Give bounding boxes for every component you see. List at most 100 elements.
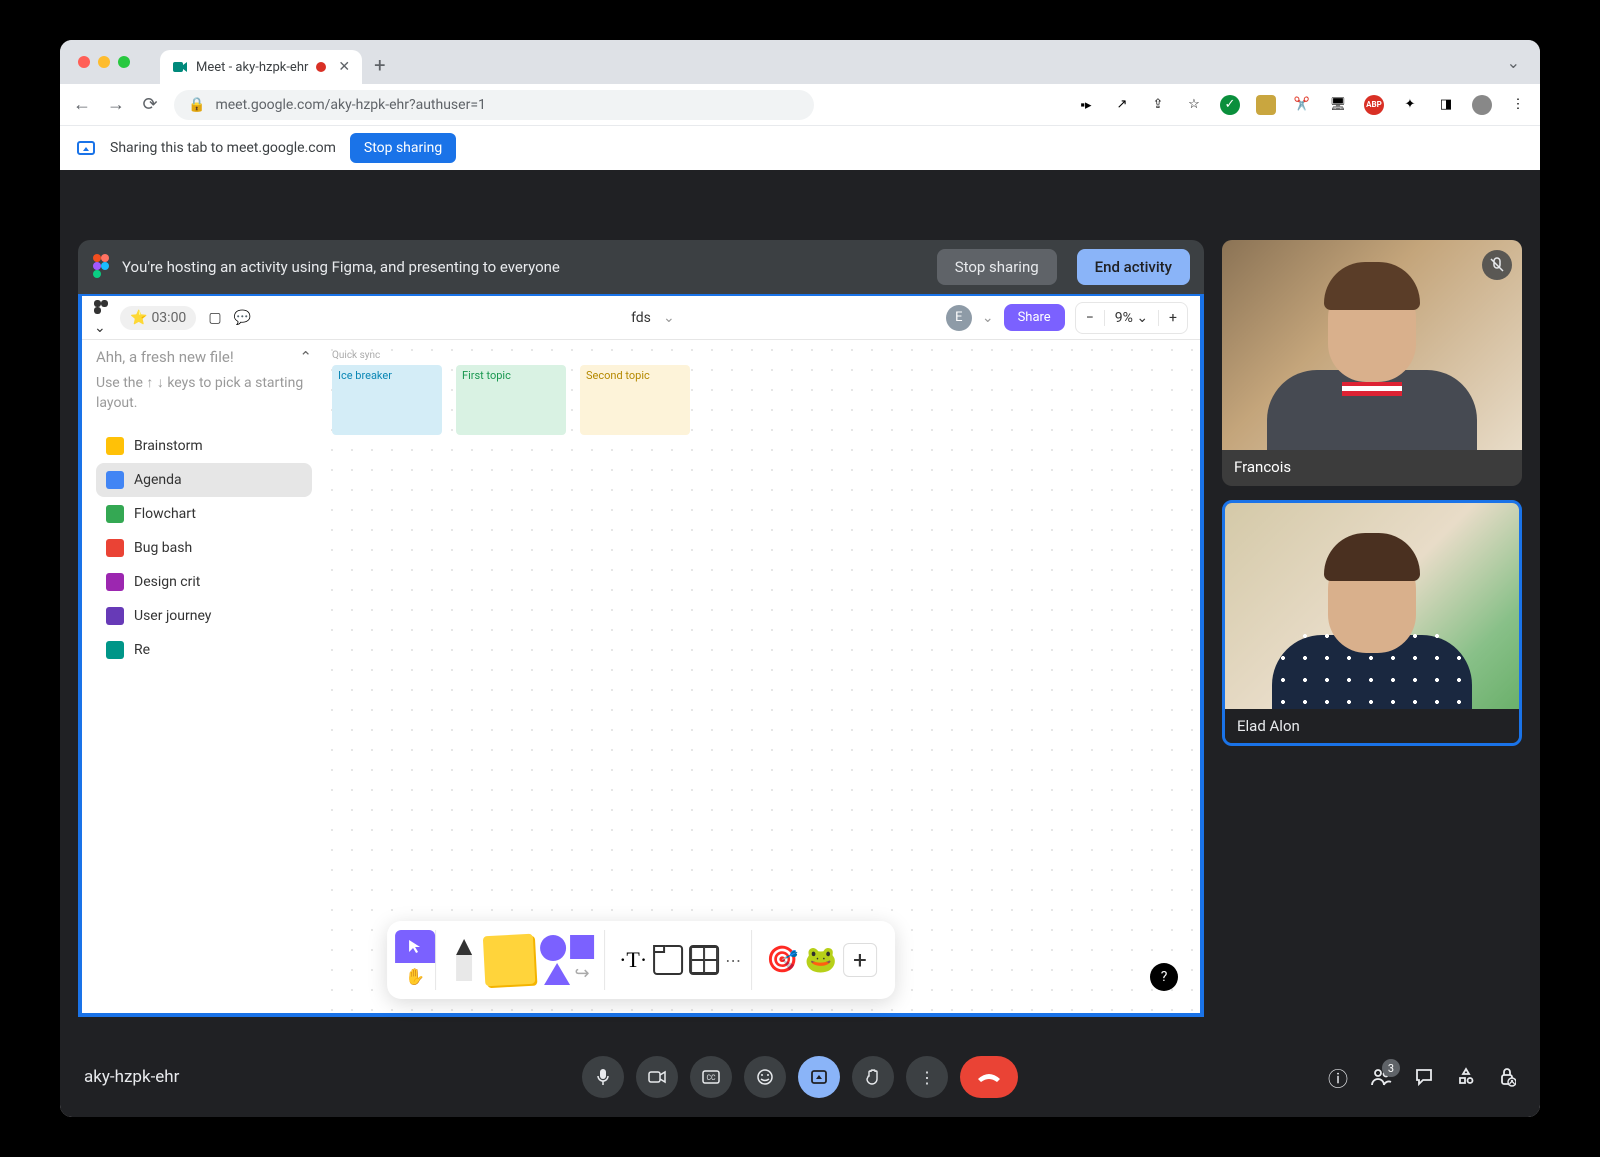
stamp-tool-icon[interactable]: 🎯 xyxy=(766,945,798,975)
url-input[interactable]: 🔒 meet.google.com/aky-hzpk-ehr?authuser=… xyxy=(174,90,814,120)
chat-icon[interactable] xyxy=(1414,1067,1434,1087)
template-label: Re xyxy=(134,642,150,658)
kebab-menu-icon[interactable]: ⋮ xyxy=(1508,95,1528,115)
template-item-flowchart[interactable]: Flowchart xyxy=(96,497,312,531)
template-label: Design crit xyxy=(134,574,200,590)
end-activity-button[interactable]: End activity xyxy=(1077,249,1190,285)
add-widget-icon[interactable]: + xyxy=(843,943,877,977)
new-tab-button[interactable]: + xyxy=(374,53,385,77)
timer[interactable]: ⭐ 03:00 xyxy=(120,306,196,330)
participant-name: Francois xyxy=(1234,458,1291,476)
frame-tool-icon[interactable]: ▢ xyxy=(208,310,221,326)
activity-stop-sharing-button[interactable]: Stop sharing xyxy=(937,249,1057,285)
user-avatar[interactable]: E xyxy=(946,305,972,331)
hangup-button[interactable] xyxy=(960,1056,1018,1098)
zoom-level[interactable]: 9% ⌄ xyxy=(1105,310,1159,326)
collapse-panel-icon[interactable]: ⌃ xyxy=(299,348,312,366)
activity-text: You're hosting an activity using Figma, … xyxy=(122,258,560,276)
filename[interactable]: fds xyxy=(631,310,651,326)
hand-tool-icon[interactable]: ✋ xyxy=(395,963,435,990)
zoom-out-button[interactable]: − xyxy=(1076,310,1105,326)
more-options-button[interactable]: ⋮ xyxy=(906,1056,948,1098)
template-item-agenda[interactable]: Agenda xyxy=(96,463,312,497)
triangle-shape-icon xyxy=(545,963,571,985)
text-tool-icon[interactable]: ·T· xyxy=(619,947,647,973)
template-item-brainstorm[interactable]: Brainstorm xyxy=(96,429,312,463)
timer-value: 03:00 xyxy=(151,310,186,326)
template-item-re[interactable]: Re xyxy=(96,633,312,667)
template-label: Agenda xyxy=(134,472,182,488)
activity-bar: You're hosting an activity using Figma, … xyxy=(78,240,1204,294)
maximize-window-icon[interactable] xyxy=(118,56,130,68)
extension-book-icon[interactable] xyxy=(1256,95,1276,115)
filename-chevron-icon[interactable]: ⌄ xyxy=(663,310,675,326)
participant-tile[interactable]: Francois xyxy=(1222,240,1522,486)
participant-tile[interactable]: ⋯ Elad Alon xyxy=(1222,500,1522,746)
select-tool-icon[interactable] xyxy=(395,930,435,963)
close-tab-icon[interactable]: ✕ xyxy=(338,59,350,75)
sidepanel-icon[interactable]: ◨ xyxy=(1436,95,1456,115)
stop-sharing-button[interactable]: Stop sharing xyxy=(350,133,456,163)
section-tool-icon[interactable] xyxy=(653,945,683,975)
template-label: Brainstorm xyxy=(134,438,203,454)
comment-icon[interactable]: 💬 xyxy=(234,310,251,326)
template-item-user-journey[interactable]: User journey xyxy=(96,599,312,633)
right-controls: ⓘ 3 xyxy=(1328,1063,1516,1092)
help-button[interactable]: ? xyxy=(1150,963,1178,991)
arrow-shape-icon: ↪ xyxy=(575,963,590,985)
template-label: Flowchart xyxy=(134,506,196,522)
present-button[interactable] xyxy=(798,1056,840,1098)
figma-canvas[interactable]: Quick sync Ice breakerFirst topicSecond … xyxy=(322,340,1200,1013)
browser-window: Meet - aky-hzpk-ehr ✕ + ⌄ ← → ⟳ 🔒 meet.g… xyxy=(60,40,1540,1117)
browser-tab[interactable]: Meet - aky-hzpk-ehr ✕ xyxy=(160,50,362,84)
raise-hand-button[interactable] xyxy=(852,1056,894,1098)
extension-green-icon[interactable]: ✓ xyxy=(1220,95,1240,115)
circle-shape-icon xyxy=(540,935,566,961)
extension-abp-icon[interactable]: ABP xyxy=(1364,95,1384,115)
template-item-design-crit[interactable]: Design crit xyxy=(96,565,312,599)
extension-display-icon[interactable]: 🖥 xyxy=(1328,95,1348,115)
sticker-tool-icon[interactable]: 🐸 xyxy=(805,945,837,975)
shapes-tool[interactable]: ↪ xyxy=(540,935,594,985)
video-placeholder xyxy=(1222,240,1522,450)
share-icon[interactable]: ⇪ xyxy=(1148,95,1168,115)
presentation-column: You're hosting an activity using Figma, … xyxy=(78,240,1204,1017)
participant-count-badge: 3 xyxy=(1382,1059,1400,1077)
templates-panel: Ahh, a fresh new file! ⌃ Use the ↑ ↓ key… xyxy=(82,340,322,1013)
canvas-card[interactable]: Second topic xyxy=(580,365,690,435)
lock-icon: 🔒 xyxy=(188,97,205,113)
figjam-menu-icon[interactable]: ⌄ xyxy=(94,300,108,336)
mic-button[interactable] xyxy=(582,1056,624,1098)
camera-button[interactable] xyxy=(636,1056,678,1098)
minimize-window-icon[interactable] xyxy=(98,56,110,68)
back-icon[interactable]: ← xyxy=(72,94,92,115)
pencil-tool-icon[interactable] xyxy=(450,935,478,985)
star-icon[interactable]: ☆ xyxy=(1184,95,1204,115)
reactions-button[interactable] xyxy=(744,1056,786,1098)
more-tools-icon[interactable]: ⋯ xyxy=(725,951,741,970)
extension-scissors-icon[interactable]: ✂️ xyxy=(1292,95,1312,115)
forward-icon[interactable]: → xyxy=(106,94,126,115)
template-item-bug-bash[interactable]: Bug bash xyxy=(96,531,312,565)
info-icon[interactable]: ⓘ xyxy=(1328,1063,1348,1092)
extensions-icon[interactable]: ✦ xyxy=(1400,95,1420,115)
host-controls-icon[interactable] xyxy=(1498,1067,1516,1087)
activities-icon[interactable] xyxy=(1456,1067,1476,1087)
profile-avatar-icon[interactable] xyxy=(1472,95,1492,115)
table-tool-icon[interactable] xyxy=(689,945,719,975)
figma-share-button[interactable]: Share xyxy=(1004,304,1065,331)
reload-icon[interactable]: ⟳ xyxy=(140,94,160,115)
tabs-dropdown-icon[interactable]: ⌄ xyxy=(1507,53,1520,72)
zoom-in-button[interactable]: + xyxy=(1159,310,1187,326)
camera-icon[interactable]: ▪▸ xyxy=(1076,95,1096,115)
people-icon[interactable]: 3 xyxy=(1370,1067,1392,1087)
panel-title: Ahh, a fresh new file! ⌃ xyxy=(96,348,312,366)
sticky-note-tool[interactable] xyxy=(483,934,536,987)
captions-button[interactable]: CC xyxy=(690,1056,732,1098)
open-external-icon[interactable]: ↗ xyxy=(1112,95,1132,115)
canvas-card[interactable]: Ice breaker xyxy=(332,365,442,435)
canvas-card[interactable]: First topic xyxy=(456,365,566,435)
close-window-icon[interactable] xyxy=(78,56,90,68)
avatar-chevron-icon[interactable]: ⌄ xyxy=(982,310,994,326)
figma-body: Ahh, a fresh new file! ⌃ Use the ↑ ↓ key… xyxy=(82,340,1200,1013)
